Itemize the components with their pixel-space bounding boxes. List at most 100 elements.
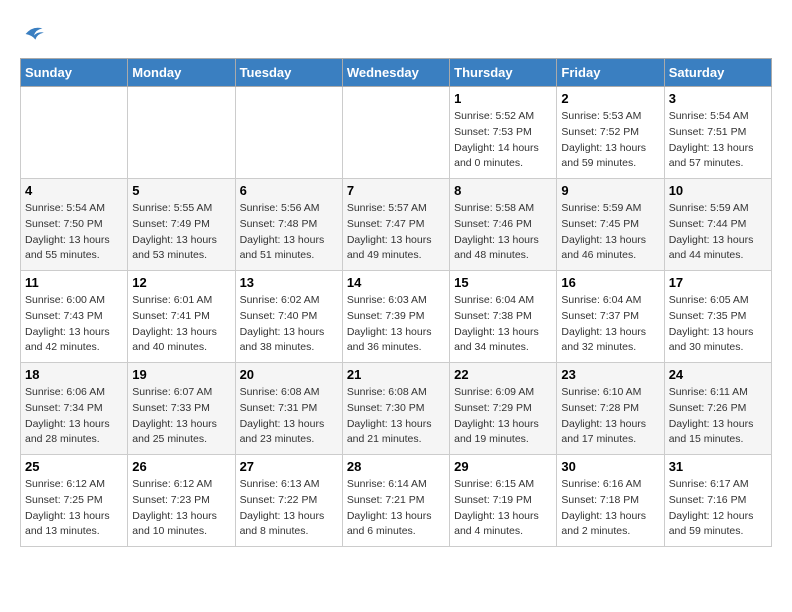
calendar-cell: 11 Sunrise: 6:00 AMSunset: 7:43 PMDayligh… [21,271,128,363]
day-info: Sunrise: 6:11 AMSunset: 7:26 PMDaylight:… [669,385,767,448]
weekday-header-row: SundayMondayTuesdayWednesdayThursdayFrid… [21,59,772,87]
day-info: Sunrise: 5:59 AMSunset: 7:45 PMDaylight:… [561,201,659,264]
day-info: Sunrise: 6:08 AMSunset: 7:30 PMDaylight:… [347,385,445,448]
calendar-cell: 8 Sunrise: 5:58 AMSunset: 7:46 PMDaylight… [450,179,557,271]
day-number: 1 [454,91,552,106]
day-number: 14 [347,275,445,290]
day-info: Sunrise: 6:16 AMSunset: 7:18 PMDaylight:… [561,477,659,540]
calendar-week-4: 18 Sunrise: 6:06 AMSunset: 7:34 PMDayligh… [21,363,772,455]
day-info: Sunrise: 5:58 AMSunset: 7:46 PMDaylight:… [454,201,552,264]
calendar-cell: 3 Sunrise: 5:54 AMSunset: 7:51 PMDaylight… [664,87,771,179]
day-number: 8 [454,183,552,198]
day-number: 7 [347,183,445,198]
day-info: Sunrise: 6:03 AMSunset: 7:39 PMDaylight:… [347,293,445,356]
day-info: Sunrise: 5:57 AMSunset: 7:47 PMDaylight:… [347,201,445,264]
calendar-cell: 22Sunrise: 6:09 AMSunset: 7:29 PMDayligh… [450,363,557,455]
day-number: 10 [669,183,767,198]
day-number: 15 [454,275,552,290]
calendar-cell: 30 Sunrise: 6:16 AMSunset: 7:18 PMDayligh… [557,455,664,547]
day-number: 2 [561,91,659,106]
calendar-week-5: 25Sunrise: 6:12 AMSunset: 7:25 PMDayligh… [21,455,772,547]
calendar-cell: 15 Sunrise: 6:04 AMSunset: 7:38 PMDayligh… [450,271,557,363]
page-header [20,20,772,48]
day-number: 20 [240,367,338,382]
calendar-cell: 25Sunrise: 6:12 AMSunset: 7:25 PMDayligh… [21,455,128,547]
day-number: 3 [669,91,767,106]
calendar-cell: 12 Sunrise: 6:01 AMSunset: 7:41 PMDayligh… [128,271,235,363]
calendar-week-1: 1 Sunrise: 5:52 AMSunset: 7:53 PMDaylight… [21,87,772,179]
day-number: 31 [669,459,767,474]
calendar-table: SundayMondayTuesdayWednesdayThursdayFrid… [20,58,772,547]
day-info: Sunrise: 5:54 AMSunset: 7:50 PMDaylight:… [25,201,123,264]
weekday-header-friday: Friday [557,59,664,87]
calendar-cell: 20 Sunrise: 6:08 AMSunset: 7:31 PMDayligh… [235,363,342,455]
calendar-cell: 24 Sunrise: 6:11 AMSunset: 7:26 PMDayligh… [664,363,771,455]
day-info: Sunrise: 6:01 AMSunset: 7:41 PMDaylight:… [132,293,230,356]
calendar-cell [21,87,128,179]
day-info: Sunrise: 6:12 AMSunset: 7:23 PMDaylight:… [132,477,230,540]
calendar-cell [128,87,235,179]
calendar-cell: 13 Sunrise: 6:02 AMSunset: 7:40 PMDayligh… [235,271,342,363]
calendar-cell [235,87,342,179]
calendar-cell: 29Sunrise: 6:15 AMSunset: 7:19 PMDayligh… [450,455,557,547]
day-info: Sunrise: 5:59 AMSunset: 7:44 PMDaylight:… [669,201,767,264]
day-info: Sunrise: 6:14 AMSunset: 7:21 PMDaylight:… [347,477,445,540]
day-info: Sunrise: 5:52 AMSunset: 7:53 PMDaylight:… [454,109,552,172]
day-info: Sunrise: 6:02 AMSunset: 7:40 PMDaylight:… [240,293,338,356]
weekday-header-wednesday: Wednesday [342,59,449,87]
day-number: 23 [561,367,659,382]
day-number: 5 [132,183,230,198]
day-info: Sunrise: 6:13 AMSunset: 7:22 PMDaylight:… [240,477,338,540]
calendar-cell: 19 Sunrise: 6:07 AMSunset: 7:33 PMDayligh… [128,363,235,455]
day-number: 17 [669,275,767,290]
day-info: Sunrise: 5:53 AMSunset: 7:52 PMDaylight:… [561,109,659,172]
calendar-cell: 5 Sunrise: 5:55 AMSunset: 7:49 PMDaylight… [128,179,235,271]
day-info: Sunrise: 6:07 AMSunset: 7:33 PMDaylight:… [132,385,230,448]
calendar-cell: 2 Sunrise: 5:53 AMSunset: 7:52 PMDaylight… [557,87,664,179]
day-number: 24 [669,367,767,382]
calendar-cell [342,87,449,179]
day-number: 12 [132,275,230,290]
day-number: 21 [347,367,445,382]
calendar-cell: 23 Sunrise: 6:10 AMSunset: 7:28 PMDayligh… [557,363,664,455]
calendar-cell: 16Sunrise: 6:04 AMSunset: 7:37 PMDayligh… [557,271,664,363]
calendar-cell: 10 Sunrise: 5:59 AMSunset: 7:44 PMDayligh… [664,179,771,271]
day-number: 18 [25,367,123,382]
calendar-cell: 27 Sunrise: 6:13 AMSunset: 7:22 PMDayligh… [235,455,342,547]
calendar-cell: 1 Sunrise: 5:52 AMSunset: 7:53 PMDaylight… [450,87,557,179]
day-info: Sunrise: 5:56 AMSunset: 7:48 PMDaylight:… [240,201,338,264]
weekday-header-thursday: Thursday [450,59,557,87]
calendar-cell: 6 Sunrise: 5:56 AMSunset: 7:48 PMDaylight… [235,179,342,271]
day-info: Sunrise: 6:15 AMSunset: 7:19 PMDaylight:… [454,477,552,540]
day-info: Sunrise: 6:00 AMSunset: 7:43 PMDaylight:… [25,293,123,356]
calendar-cell: 21 Sunrise: 6:08 AMSunset: 7:30 PMDayligh… [342,363,449,455]
day-info: Sunrise: 6:10 AMSunset: 7:28 PMDaylight:… [561,385,659,448]
day-info: Sunrise: 5:54 AMSunset: 7:51 PMDaylight:… [669,109,767,172]
calendar-cell: 28 Sunrise: 6:14 AMSunset: 7:21 PMDayligh… [342,455,449,547]
day-info: Sunrise: 6:12 AMSunset: 7:25 PMDaylight:… [25,477,123,540]
day-number: 13 [240,275,338,290]
calendar-cell: 9Sunrise: 5:59 AMSunset: 7:45 PMDaylight… [557,179,664,271]
day-number: 6 [240,183,338,198]
day-number: 30 [561,459,659,474]
calendar-cell: 7 Sunrise: 5:57 AMSunset: 7:47 PMDaylight… [342,179,449,271]
calendar-cell: 4 Sunrise: 5:54 AMSunset: 7:50 PMDaylight… [21,179,128,271]
day-number: 28 [347,459,445,474]
day-number: 27 [240,459,338,474]
day-number: 4 [25,183,123,198]
day-info: Sunrise: 6:04 AMSunset: 7:37 PMDaylight:… [561,293,659,356]
day-info: Sunrise: 6:04 AMSunset: 7:38 PMDaylight:… [454,293,552,356]
day-number: 11 [25,275,123,290]
calendar-week-2: 4 Sunrise: 5:54 AMSunset: 7:50 PMDaylight… [21,179,772,271]
day-info: Sunrise: 6:06 AMSunset: 7:34 PMDaylight:… [25,385,123,448]
day-info: Sunrise: 6:05 AMSunset: 7:35 PMDaylight:… [669,293,767,356]
day-info: Sunrise: 6:17 AMSunset: 7:16 PMDaylight:… [669,477,767,540]
day-info: Sunrise: 5:55 AMSunset: 7:49 PMDaylight:… [132,201,230,264]
day-info: Sunrise: 6:08 AMSunset: 7:31 PMDaylight:… [240,385,338,448]
day-number: 26 [132,459,230,474]
day-number: 19 [132,367,230,382]
calendar-cell: 17 Sunrise: 6:05 AMSunset: 7:35 PMDayligh… [664,271,771,363]
weekday-header-sunday: Sunday [21,59,128,87]
calendar-week-3: 11 Sunrise: 6:00 AMSunset: 7:43 PMDayligh… [21,271,772,363]
day-number: 22 [454,367,552,382]
